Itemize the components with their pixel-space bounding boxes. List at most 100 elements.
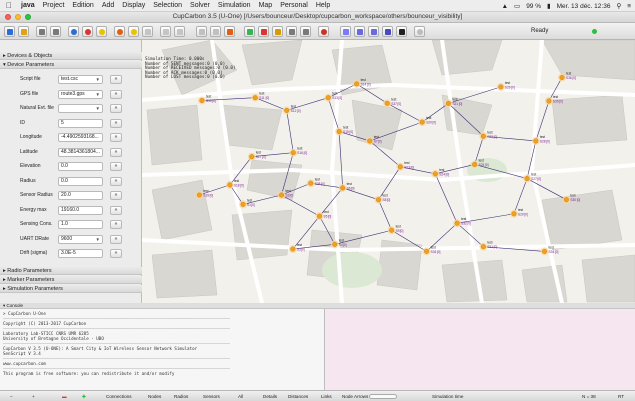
- clock[interactable]: Mer. 13 déc. 12:36: [557, 3, 611, 10]
- layout-button[interactable]: [368, 26, 379, 37]
- sensor-node-icon[interactable]: [199, 98, 205, 104]
- run-simulation-button[interactable]: [68, 26, 79, 37]
- battery-text[interactable]: 99 %: [526, 3, 541, 10]
- edit-tool-button[interactable]: [224, 26, 235, 37]
- menu-display[interactable]: Display: [122, 2, 145, 9]
- sensor-node-icon[interactable]: [290, 246, 296, 252]
- param-value-field[interactable]: route3.gps ▼: [58, 89, 103, 99]
- chart-button[interactable]: [300, 26, 311, 37]
- sensor-node-icon[interactable]: [384, 100, 390, 106]
- sensor-node-icon[interactable]: [480, 244, 486, 250]
- start-button[interactable]: [244, 26, 255, 37]
- sensor-node-icon[interactable]: [332, 241, 338, 247]
- toggle-nodes[interactable]: Nodes: [146, 393, 163, 400]
- menu-add[interactable]: Add: [102, 2, 114, 9]
- add-mobile-button[interactable]: [142, 26, 153, 37]
- set-param-button[interactable]: »: [110, 89, 122, 99]
- set-param-button[interactable]: »: [110, 176, 122, 186]
- set-param-button[interactable]: »: [110, 104, 122, 113]
- sensor-node-icon[interactable]: [196, 192, 202, 198]
- sensor-node-icon[interactable]: [375, 197, 381, 203]
- set-param-button[interactable]: »: [110, 133, 122, 142]
- apple-icon[interactable]: : [6, 1, 12, 10]
- sensor-node-icon[interactable]: [317, 213, 323, 219]
- set-param-button[interactable]: »: [110, 220, 122, 229]
- set-param-button[interactable]: »: [110, 162, 122, 171]
- sensor-node-icon[interactable]: [472, 161, 478, 167]
- toggle-distances[interactable]: Distances: [286, 393, 310, 400]
- sensor-node-icon[interactable]: [533, 138, 539, 144]
- chevron-down-icon[interactable]: ▼: [96, 105, 100, 112]
- add-route-button[interactable]: [174, 26, 185, 37]
- simulation-speed-slider[interactable]: [369, 394, 397, 399]
- sensor-node-icon[interactable]: [252, 95, 258, 101]
- chevron-down-icon[interactable]: ▼: [96, 76, 100, 83]
- param-value-field[interactable]: 0.0: [58, 162, 103, 171]
- radio-button[interactable]: [340, 26, 351, 37]
- param-value-field[interactable]: 48.3814361804...: [58, 147, 103, 157]
- set-param-button[interactable]: »: [110, 147, 122, 157]
- menu-personal[interactable]: Personal: [280, 2, 308, 9]
- sensor-node-icon[interactable]: [524, 176, 530, 182]
- sensor-node-icon[interactable]: [240, 201, 246, 207]
- add-icon[interactable]: ✚: [80, 393, 88, 400]
- toggle-connections[interactable]: Connections: [104, 393, 134, 400]
- menu-simulation[interactable]: Simulation: [218, 2, 251, 9]
- gps-button[interactable]: [286, 26, 297, 37]
- grid-button[interactable]: [382, 26, 393, 37]
- param-value-field[interactable]: 9600 ▼: [58, 234, 103, 244]
- chevron-down-icon[interactable]: ▼: [96, 236, 100, 243]
- param-value-field[interactable]: -4.4902593168...: [58, 133, 103, 142]
- param-value-field[interactable]: 1.0: [58, 220, 103, 229]
- sensor-node-icon[interactable]: [542, 248, 548, 254]
- save-as-button[interactable]: [50, 26, 61, 37]
- sensor-node-icon[interactable]: [290, 150, 296, 156]
- chevron-down-icon[interactable]: ▼: [96, 91, 100, 98]
- set-param-button[interactable]: »: [110, 249, 122, 258]
- sensor-node-icon[interactable]: [559, 75, 565, 81]
- wifi-icon[interactable]: ▲: [502, 3, 508, 10]
- notification-icon[interactable]: ≡: [627, 3, 631, 10]
- sensor-node-icon[interactable]: [563, 197, 569, 203]
- heart-button[interactable]: [318, 26, 329, 37]
- spotlight-icon[interactable]: ⚲: [616, 2, 621, 10]
- toggle-details[interactable]: Details: [261, 393, 279, 400]
- sensor-node-icon[interactable]: [308, 180, 314, 186]
- map-view[interactable]: test S10 [0] test S11 [0] test S12 [0] test S13 [0]…: [142, 40, 635, 303]
- h-mode-button[interactable]: [354, 26, 365, 37]
- simulation-parameters-header[interactable]: ▸ Simulation Parameters: [0, 285, 142, 293]
- set-param-button[interactable]: »: [110, 191, 122, 200]
- set-param-button[interactable]: »: [110, 234, 122, 244]
- sensor-node-icon[interactable]: [278, 192, 284, 198]
- menu-app[interactable]: java: [21, 2, 35, 9]
- sensor-node-icon[interactable]: [354, 81, 360, 87]
- sensor-node-icon[interactable]: [546, 98, 552, 104]
- param-value-field[interactable]: 0.0: [58, 176, 103, 186]
- toggle-links[interactable]: Links: [319, 393, 334, 400]
- sensor-button[interactable]: [96, 26, 107, 37]
- toggle-radios[interactable]: Radios: [172, 393, 190, 400]
- menu-map[interactable]: Map: [259, 2, 273, 9]
- secondary-console-pane[interactable]: [326, 309, 635, 390]
- add-sensor-button[interactable]: [114, 26, 125, 37]
- devices-objects-header[interactable]: ▸ Devices & Objects: [0, 52, 142, 60]
- param-value-field[interactable]: 3.0E-5: [58, 249, 103, 258]
- sensor-node-icon[interactable]: [445, 100, 451, 106]
- new-project-button[interactable]: [4, 26, 15, 37]
- param-value-field[interactable]: ▼: [58, 104, 103, 113]
- param-value-field[interactable]: 5: [58, 118, 103, 128]
- open-project-button[interactable]: [18, 26, 29, 37]
- marker-parameters-header[interactable]: ▸ Marker Parameters: [0, 276, 142, 284]
- sensor-node-icon[interactable]: [511, 211, 517, 217]
- sensor-node-icon[interactable]: [454, 220, 460, 226]
- reset-button[interactable]: [272, 26, 283, 37]
- sensor-node-icon[interactable]: [325, 95, 331, 101]
- sensor-node-icon[interactable]: [498, 84, 504, 90]
- stop-simulation-button[interactable]: [82, 26, 93, 37]
- sensor-node-icon[interactable]: [284, 107, 290, 113]
- select-tool-button[interactable]: [196, 26, 207, 37]
- radio-parameters-header[interactable]: ▸ Radio Parameters: [0, 267, 142, 275]
- param-value-field[interactable]: test.csc ▼: [58, 75, 103, 84]
- zoom-in-icon[interactable]: +: [30, 393, 37, 400]
- sensor-node-icon[interactable]: [424, 248, 430, 254]
